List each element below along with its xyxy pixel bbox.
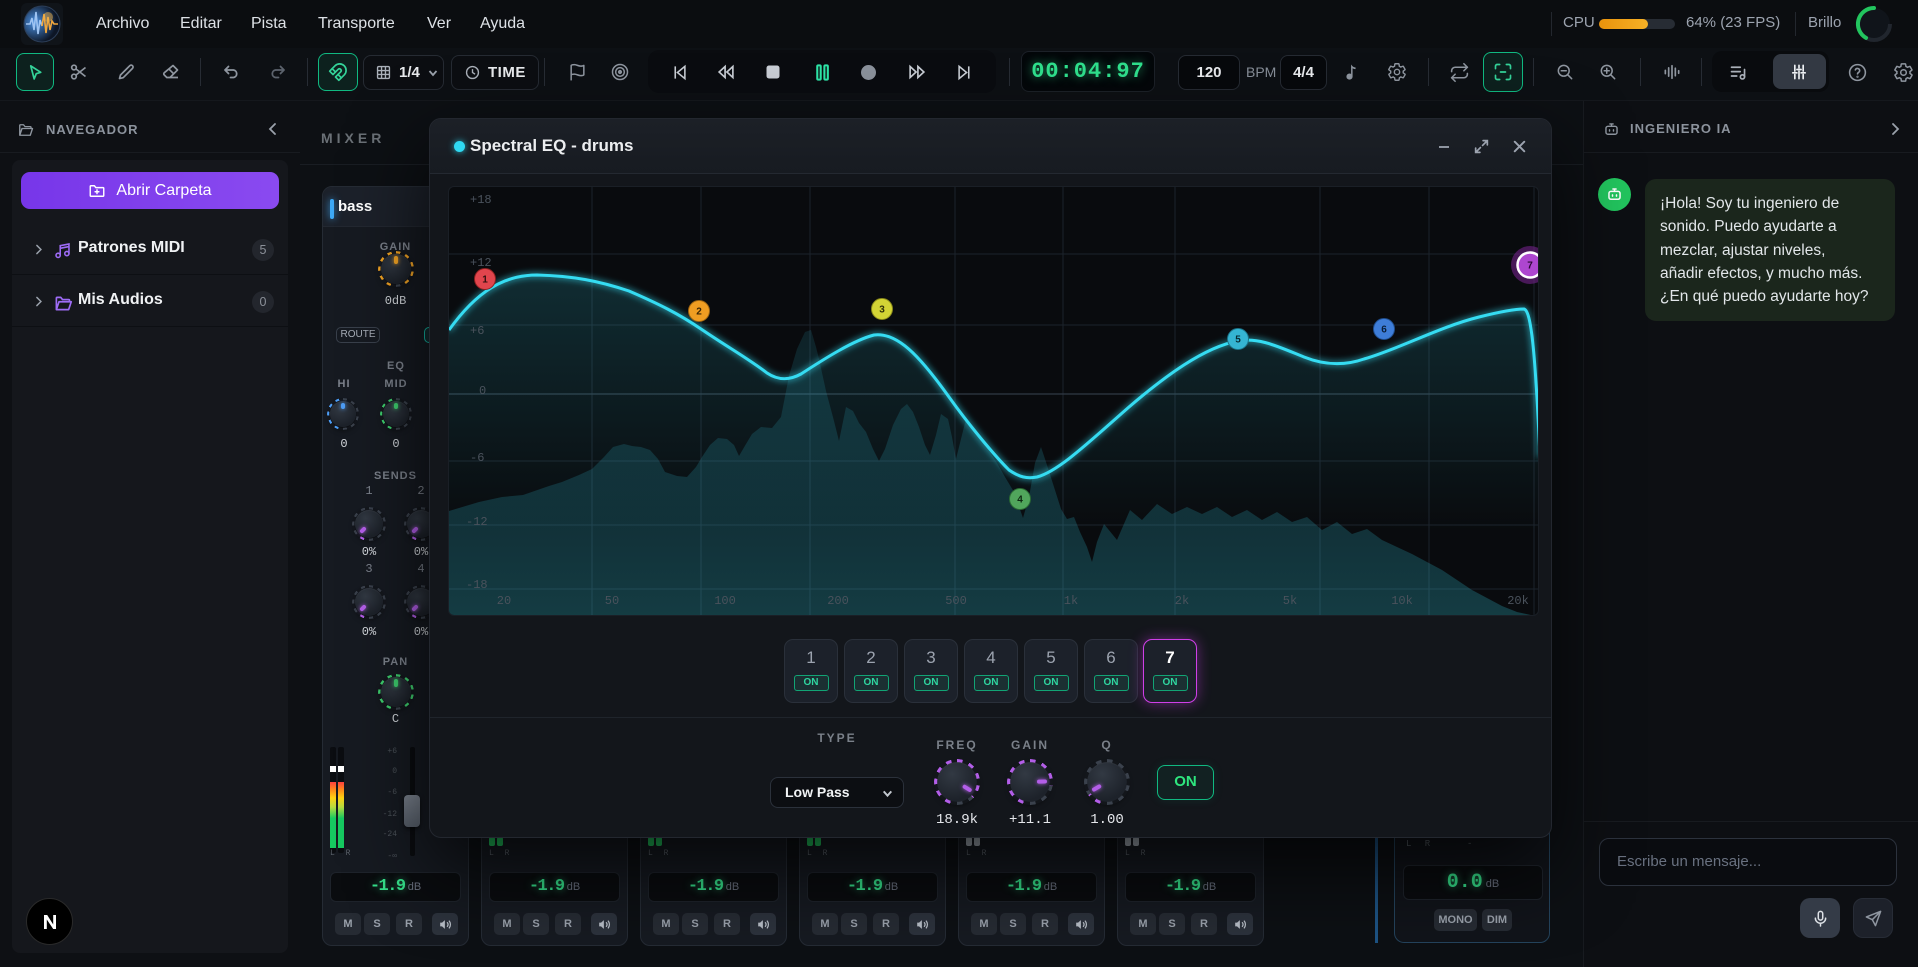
svg-text:3: 3 (879, 305, 885, 316)
svg-text:10k: 10k (1391, 594, 1413, 608)
svg-text:-12: -12 (466, 515, 488, 529)
svg-text:100: 100 (714, 594, 736, 608)
svg-text:200: 200 (827, 594, 849, 608)
svg-text:5: 5 (1235, 335, 1241, 346)
svg-text:20: 20 (497, 594, 511, 608)
svg-text:+18: +18 (470, 193, 492, 207)
svg-text:1k: 1k (1064, 594, 1078, 608)
svg-text:7: 7 (1527, 261, 1533, 272)
svg-text:1: 1 (482, 275, 488, 286)
svg-text:20k: 20k (1507, 594, 1529, 608)
svg-text:4: 4 (1017, 495, 1023, 506)
svg-text:6: 6 (1381, 325, 1387, 336)
svg-text:50: 50 (605, 594, 619, 608)
svg-text:500: 500 (945, 594, 967, 608)
svg-text:-6: -6 (470, 451, 484, 465)
svg-text:0: 0 (479, 384, 486, 398)
svg-text:2k: 2k (1175, 594, 1189, 608)
svg-text:+12: +12 (470, 256, 492, 270)
svg-text:-18: -18 (466, 578, 488, 592)
svg-text:2: 2 (696, 307, 702, 318)
svg-text:5k: 5k (1283, 594, 1297, 608)
svg-text:+6: +6 (470, 324, 484, 338)
